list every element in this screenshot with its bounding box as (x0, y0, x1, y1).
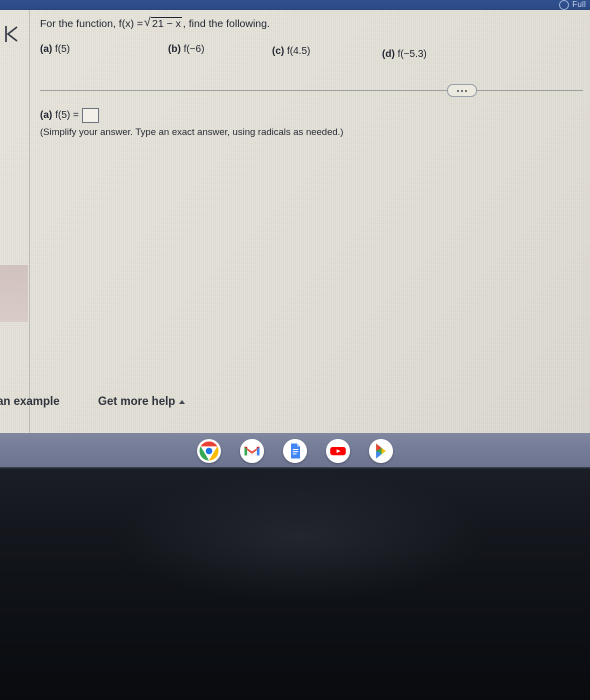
question-part-a: (a) f(5) (40, 44, 70, 55)
question-statement: For the function, f(x) = √ 21 − x, find th… (40, 15, 270, 30)
back-arrow-icon[interactable] (2, 22, 28, 46)
get-more-help-label: Get more help (98, 396, 176, 408)
top-band-label: Full (572, 0, 586, 9)
dark-offscreen-area (0, 467, 590, 700)
question-part-b: (b) f(−6) (168, 44, 204, 55)
chrome-icon[interactable] (197, 439, 221, 463)
part-b-expr: f(−6) (183, 44, 205, 55)
ellipsis-dot-icon (457, 89, 459, 92)
question-suffix: , find the following. (182, 18, 270, 30)
circle-icon (559, 0, 570, 10)
ellipsis-dot-icon (465, 89, 467, 92)
answer-expression: f(5) = (55, 110, 79, 121)
part-d-label: (d) (382, 49, 395, 60)
radical-expression: √ 21 − x (144, 15, 182, 30)
part-a-label: (a) (40, 44, 53, 55)
question-prefix: For the function, (40, 18, 116, 30)
function-lhs: f(x) = (118, 18, 144, 30)
help-row: an example Get more help (0, 396, 590, 414)
play-store-icon[interactable] (369, 439, 393, 463)
get-more-help-button[interactable]: Get more help (98, 396, 186, 408)
browser-top-band: Full (0, 0, 590, 10)
google-docs-icon[interactable] (283, 439, 307, 463)
answer-input[interactable] (81, 108, 99, 123)
question-part-d: (d) f(−5.3) (382, 49, 427, 60)
page-texture (0, 10, 590, 433)
part-c-label: (c) (272, 46, 285, 57)
gutter-divider (29, 10, 30, 433)
answer-instructions: (Simplify your answer. Type an exact ans… (40, 127, 344, 138)
gmail-icon[interactable] (240, 439, 264, 463)
answer-part-label: (a) (40, 110, 53, 121)
part-a-expr: f(5) (55, 44, 71, 55)
more-options-button[interactable] (447, 84, 477, 97)
question-parts-row: (a) f(5) (b) f(−6) (c) f(4.5) (d) f(−5.3… (40, 44, 560, 60)
part-b-label: (b) (168, 44, 181, 55)
top-band-right-group: Full (559, 0, 586, 10)
youtube-icon[interactable] (326, 439, 350, 463)
radicand: 21 − x (151, 17, 182, 30)
answer-row: (a) f(5) = (40, 108, 99, 123)
section-divider (40, 90, 583, 91)
os-taskbar (0, 433, 590, 467)
taskbar-icon-group (197, 439, 393, 463)
part-c-expr: f(4.5) (287, 46, 311, 57)
dark-area-top-edge (0, 467, 590, 469)
ellipsis-dot-icon (461, 89, 463, 92)
question-part-c: (c) f(4.5) (272, 46, 310, 57)
screen-photo: Full For the function, f(x) = √ 21 − x, fi… (0, 0, 590, 700)
radical-sign-icon: √ (144, 15, 151, 29)
part-d-expr: f(−5.3) (397, 49, 427, 60)
left-edge-smudge (0, 265, 28, 322)
exercise-page (0, 10, 590, 433)
caret-up-icon (179, 400, 186, 404)
view-an-example-link[interactable]: an example (0, 396, 60, 408)
